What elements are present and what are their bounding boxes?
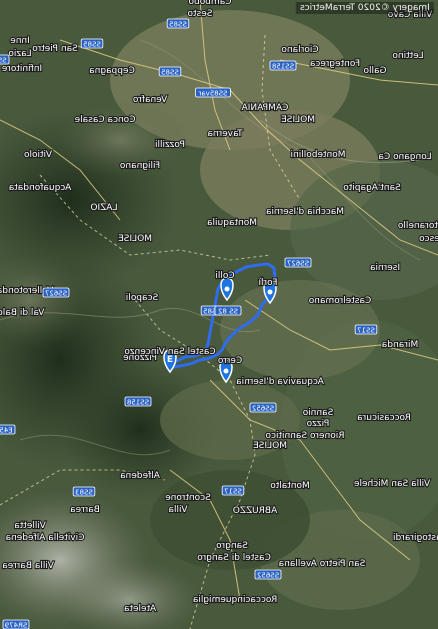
place-label-ceppagna: Ceppagna	[89, 66, 135, 76]
road-shield-ss6-left: SS6	[0, 54, 10, 65]
place-label-montalto: Montalto	[270, 481, 310, 491]
place-label-fontegreca: Fontegreca	[310, 59, 360, 69]
place-label-inne: Inne	[10, 36, 30, 46]
place-label-acquafondata: Acquafondata	[9, 183, 72, 193]
place-label-rionero: Rionero Sannitico	[265, 431, 344, 441]
place-label-sannio: Sannio	[302, 408, 333, 418]
svg-text:E45: E45	[0, 427, 13, 435]
road-shield-ss652b: SS652	[254, 569, 282, 580]
place-label-san-pietro-avellana: San Pietro Avellana	[279, 559, 366, 569]
place-label-cerro: Cerro	[217, 356, 242, 366]
place-label-san-pietro: San Pietro	[32, 44, 78, 54]
satellite-map[interactable]: E Cambobo Sesto Villa Cavo Inne San Pietro La…	[0, 0, 438, 629]
svg-text:SS83: SS83	[75, 489, 93, 497]
place-label-molise-w: MOLISE	[118, 234, 152, 244]
place-label-molise-ne: MOLISE	[281, 115, 315, 125]
place-label-taverna: Taverna	[207, 129, 243, 139]
place-label-castelromano: Castelromano	[308, 296, 371, 306]
svg-text:SS17: SS17	[224, 488, 242, 496]
place-label-pizzo: Pizzo	[306, 419, 329, 429]
place-label-civitella: Civitella Alfedena	[6, 533, 85, 543]
road-shield-ss627b: SS627	[284, 257, 312, 268]
place-label-campobasso-top: Cambobo	[188, 0, 231, 7]
place-label-castel-sangro: Castel di Sangro	[197, 553, 271, 563]
road-shield-ss85-b: SS85	[158, 66, 182, 77]
svg-text:SS158: SS158	[272, 63, 294, 71]
place-label-miranda: Miranda	[382, 340, 418, 350]
place-label-sesto: Sesto	[187, 9, 212, 19]
svg-text:SS85: SS85	[169, 21, 187, 29]
road-shield-sr479: SR479	[2, 619, 30, 629]
place-label-infinitore: Infinitore	[1, 64, 42, 74]
svg-text:SS17: SS17	[357, 327, 375, 335]
svg-text:SS158: SS158	[127, 399, 149, 407]
place-label-alfedena: Alfedena	[120, 471, 160, 481]
place-label-villa-barrea: Villa Barrea	[2, 561, 54, 571]
place-label-castel-vincenzo: Castel San Vincenzo	[124, 347, 216, 357]
place-label-vastogirardi: Vastogirardi	[393, 533, 438, 543]
svg-text:SS85: SS85	[83, 41, 101, 49]
svg-text:SS652: SS652	[252, 405, 274, 413]
place-label-barrea: Barrea	[70, 505, 100, 515]
place-label-villetta: Villetta	[14, 521, 46, 531]
road-shield-ss83: SS83	[72, 486, 96, 497]
place-label-macchia: Macchia d'Isernia	[266, 207, 344, 217]
map-canvas[interactable]: E CamboboSesto Villa CavoInneSan PietroLa…	[0, 0, 438, 629]
place-label-montebollini: Montebollini	[291, 150, 346, 160]
place-label-scontrone: Scontrone	[165, 493, 211, 503]
place-label-longano: Longano Ca	[378, 152, 431, 162]
road-shield-ss17: SS17	[354, 324, 378, 335]
place-label-roccacinquemiglia: Roccacinquemiglia	[193, 595, 277, 605]
svg-text:SS627: SS627	[287, 260, 309, 268]
place-label-pesco: Pesco	[419, 234, 438, 244]
place-label-lazio-top: Lazio	[8, 49, 32, 59]
place-label-villa: Villa	[169, 505, 188, 515]
place-label-scapoli: Scapoli	[126, 293, 158, 303]
road-shield-sp527: SS627	[42, 287, 70, 298]
place-label-gallo: Gallo	[363, 66, 386, 76]
place-label-lettino: Lettino	[392, 51, 424, 61]
svg-text:SS652: SS652	[257, 572, 279, 580]
place-label-roccasicura: Roccasicura	[357, 413, 411, 423]
place-label-acquaviva: Acquaviva d'Isernia	[236, 377, 324, 387]
place-label-ateleta: Ateleta	[124, 604, 156, 614]
road-shield-ss6-top: SS85	[166, 18, 190, 29]
place-label-lazio-mid: LAZIO	[90, 203, 117, 213]
road-shield-ss85-d: SS 82	[214, 305, 242, 316]
road-shield-ss652: SS652	[249, 402, 277, 413]
place-label-forli: Forlì	[258, 278, 277, 288]
road-shield-ss17b: SS17	[221, 485, 245, 496]
place-label-venafro: Venafro	[132, 95, 167, 105]
place-label-abruzzo: ABRUZZO	[233, 506, 277, 516]
place-label-ciorlano: Ciorlano	[281, 45, 319, 55]
place-label-filignano: Filignano	[119, 161, 160, 171]
road-shield-ss158: SS158	[269, 60, 297, 71]
svg-text:SS6: SS6	[0, 57, 7, 65]
place-label-conca-casale: Conca Casale	[74, 115, 135, 125]
road-shield-ss85-a: SS85	[80, 38, 104, 49]
road-shield-e45: E45	[0, 424, 16, 435]
place-label-pozzilli: Pozzilli	[155, 140, 185, 150]
place-label-vitiolo: Vitiolo	[24, 150, 52, 160]
place-label-molise-s: MOLISE	[253, 441, 287, 451]
place-label-pettoranello: Pettoranello	[397, 221, 438, 231]
place-label-isernia: Isernia	[370, 263, 400, 273]
svg-text:SS85var: SS85var	[198, 90, 227, 98]
svg-text:SS85: SS85	[161, 69, 179, 77]
svg-text:SR479: SR479	[5, 622, 28, 629]
place-label-colli: Colli	[215, 271, 234, 281]
road-shield-ss85var: SS85var	[195, 87, 231, 98]
svg-text:SS 82: SS 82	[218, 308, 238, 316]
map-attribution: Imagery ©2020 TerraMetrics	[296, 2, 434, 14]
place-label-campania: CAMPANIA	[241, 103, 289, 113]
place-label-sangro: Sangro	[216, 541, 248, 551]
road-shield-ss158b: SS158	[124, 396, 152, 407]
place-label-valdibaldo: Val di Baldo	[0, 308, 44, 318]
place-label-montaquila: Montaquila	[207, 218, 257, 228]
place-label-villa-san-michele: Villa San Michele	[353, 479, 430, 489]
place-label-sant-agapito: Sant'Agapito	[343, 183, 401, 193]
svg-text:SS627: SS627	[45, 290, 67, 298]
